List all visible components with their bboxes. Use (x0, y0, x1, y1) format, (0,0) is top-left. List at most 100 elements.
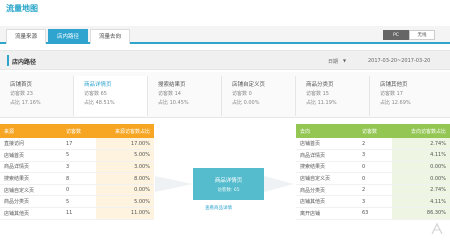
stat-card-custom-page[interactable]: 店铺自定义页 访客数 0 占比 0.00% (222, 76, 296, 116)
cell: 5 (62, 195, 96, 209)
cell: 3 (358, 149, 392, 162)
page-title: 流量地图 (6, 4, 38, 13)
current-page-visits: 访客数: 65 (217, 188, 240, 193)
stat-name: 店铺自定义页 (232, 82, 266, 88)
cell: 0 (358, 161, 392, 174)
cell: 4.11% (392, 149, 450, 162)
cell: 5 (62, 149, 96, 162)
cell: 3 (62, 161, 96, 174)
table-row: 店铺首页 2 2.74% (296, 138, 450, 151)
stat-visits: 访客数 65 (84, 91, 107, 97)
table-row: 商品详情页 3 4.11% (296, 149, 450, 162)
table-row: 店铺其他页 3 4.11% (296, 195, 450, 209)
cell: 5.00% (96, 195, 154, 209)
stat-visits: 访客数 14 (158, 91, 181, 97)
stat-share: 占比 12.69% (380, 100, 411, 106)
section-marker (7, 55, 9, 66)
stat-visits: 访客数 17 (380, 91, 403, 97)
table-row: 商品分类页 5 5.00% (0, 195, 154, 209)
cell: 0.00% (392, 172, 450, 185)
watermark-logo (431, 222, 443, 235)
cell: 0.00% (96, 184, 154, 197)
cell: 17 (62, 138, 96, 151)
view-product-detail-link[interactable]: 查看商品详情 (205, 205, 232, 211)
table-header-row: 去向 访客数 去向访客数占比 (296, 124, 450, 138)
table-row: 店铺其他页 11 11.00% (0, 207, 154, 220)
cell: 2 (358, 184, 392, 197)
cell: 17.00% (96, 138, 154, 151)
column-header: 去向访客数占比 (392, 124, 450, 138)
cell: 商品详情页 (0, 161, 62, 174)
column-header: 访客数 (358, 124, 392, 138)
cell: 商品分类页 (296, 184, 358, 197)
column-header: 访客数 (62, 124, 96, 138)
cell: 8.00% (96, 172, 154, 185)
current-page-title: 商品详情页 (214, 178, 243, 184)
stat-share: 占比 0.00% (232, 100, 260, 106)
stat-card-search-results[interactable]: 搜索结果页 访客数 14 占比 10.45% (148, 76, 222, 116)
stat-card-product-detail[interactable]: 商品详情页 访客数 65 占比 48.51% (74, 76, 148, 116)
table-row: 店铺自定义页 0 0.00% (296, 172, 450, 185)
cell: 11 (62, 207, 96, 220)
stat-share: 占比 11.19% (306, 100, 337, 106)
tab-traffic-destination[interactable]: 流量去向 (90, 29, 130, 44)
section-title: 店内路径 (12, 59, 37, 66)
chevron-down-icon[interactable]: ▼ (343, 58, 346, 63)
cell: 0 (62, 184, 96, 197)
cell: 店铺其他页 (296, 195, 358, 209)
table-row: 搜索结果页 0 0.00% (296, 161, 450, 174)
stat-name: 商品详情页 (84, 82, 112, 88)
cell: 商品分类页 (0, 195, 62, 209)
cell: 0 (358, 172, 392, 185)
cell: 0.00% (392, 161, 450, 174)
table-row: 离开店铺 63 86.30% (296, 207, 450, 220)
cell: 直接访问 (0, 138, 62, 151)
tab-in-store-path[interactable]: 店内路径 (48, 29, 88, 44)
stat-share: 占比 10.45% (158, 100, 189, 106)
stat-name: 店铺首页 (10, 82, 33, 88)
table-row: 店铺自定义页 0 0.00% (0, 184, 154, 197)
pc-toggle[interactable]: PC (383, 30, 409, 40)
table-row: 商品分类页 2 2.74% (296, 184, 450, 197)
cell: 63 (358, 207, 392, 220)
cell: 搜索结果页 (296, 161, 358, 174)
stat-name: 店铺其他页 (380, 82, 408, 88)
stat-name: 商品分类页 (306, 82, 334, 88)
cell: 2.74% (392, 184, 450, 197)
tab-traffic-source[interactable]: 流量来源 (6, 29, 46, 44)
stat-name: 搜索结果页 (158, 82, 186, 88)
cell: 店铺其他页 (0, 207, 62, 220)
column-header: 来源访客数占比 (96, 124, 154, 138)
table-row: 搜索结果页 8 8.00% (0, 172, 154, 185)
stat-share: 占比 17.16% (10, 100, 41, 106)
stat-share: 占比 48.51% (84, 100, 115, 106)
stat-card-store-home[interactable]: 店铺首页 访客数 23 占比 17.16% (0, 76, 74, 116)
column-header: 来源 (0, 124, 62, 138)
cell: 离开店铺 (296, 207, 358, 220)
cell: 2 (358, 138, 392, 151)
date-label[interactable]: 日期 (328, 58, 338, 65)
current-page-node: 商品详情页 访客数: 65 (193, 168, 264, 200)
stat-visits: 访客数 0 (232, 91, 252, 97)
stat-card-other-page[interactable]: 店铺其他页 访客数 17 占比 12.69% (370, 76, 450, 116)
section-header: 店内路径 日期 ▼ 2017-03-20~2017-03-20 (0, 50, 450, 70)
cell: 店铺首页 (0, 149, 62, 162)
column-header: 去向 (296, 124, 358, 138)
table-row: 店铺首页 5 5.00% (0, 149, 154, 162)
cell: 4.11% (392, 195, 450, 209)
cell: 商品详情页 (296, 149, 358, 162)
wireless-toggle[interactable]: 无线 (409, 30, 435, 40)
table-header-row: 来源 访客数 来源访客数占比 (0, 124, 154, 138)
cell: 店铺自定义页 (296, 172, 358, 185)
cell: 8 (62, 172, 96, 185)
cell: 11.00% (96, 207, 154, 220)
cell: 86.30% (392, 207, 450, 220)
cell: 5.00% (96, 149, 154, 162)
table-row: 商品详情页 3 3.00% (0, 161, 154, 174)
flow-arrow-out (264, 176, 294, 192)
stat-card-category-page[interactable]: 商品分类页 访客数 15 占比 11.19% (296, 76, 370, 116)
cell: 2.74% (392, 138, 450, 151)
cell: 店铺自定义页 (0, 184, 62, 197)
stat-visits: 访客数 23 (10, 91, 33, 97)
flow-arrow-in (155, 176, 193, 192)
